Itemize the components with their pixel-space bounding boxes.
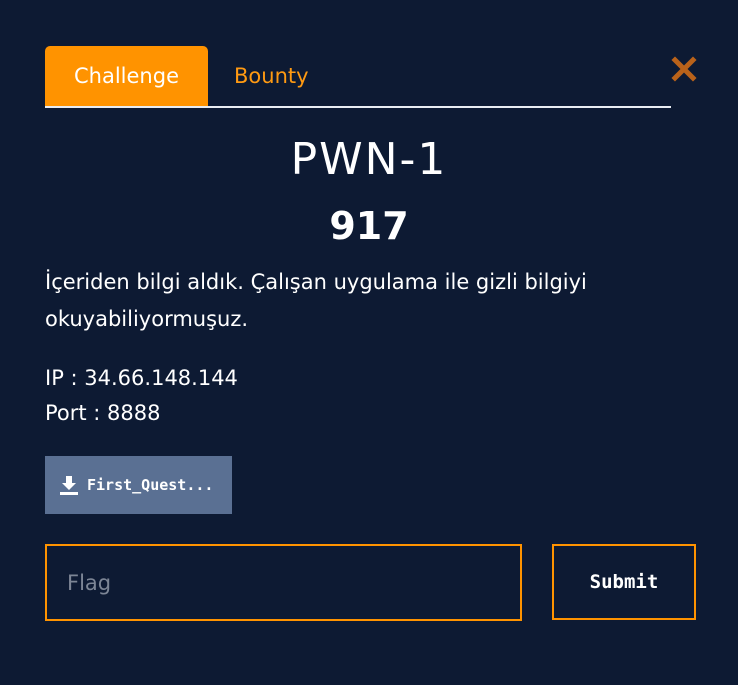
tab-bar: Challenge Bounty <box>45 46 671 108</box>
flag-input[interactable] <box>45 544 522 621</box>
challenge-description: İçeriden bilgi aldık. Çalışan uygulama i… <box>45 270 587 331</box>
download-file-button[interactable]: First_Quest... <box>45 456 232 514</box>
tab-bounty[interactable]: Bounty <box>234 46 309 106</box>
download-file-label: First_Quest... <box>87 476 214 494</box>
challenge-points: 917 <box>329 204 409 248</box>
challenge-title: PWN-1 <box>290 134 448 185</box>
ip-address: IP : 34.66.148.144 <box>45 366 238 390</box>
close-icon[interactable] <box>671 56 697 82</box>
submit-button[interactable]: Submit <box>552 544 696 620</box>
port-number: Port : 8888 <box>45 401 161 425</box>
tab-challenge[interactable]: Challenge <box>45 46 208 106</box>
download-icon <box>60 476 78 495</box>
